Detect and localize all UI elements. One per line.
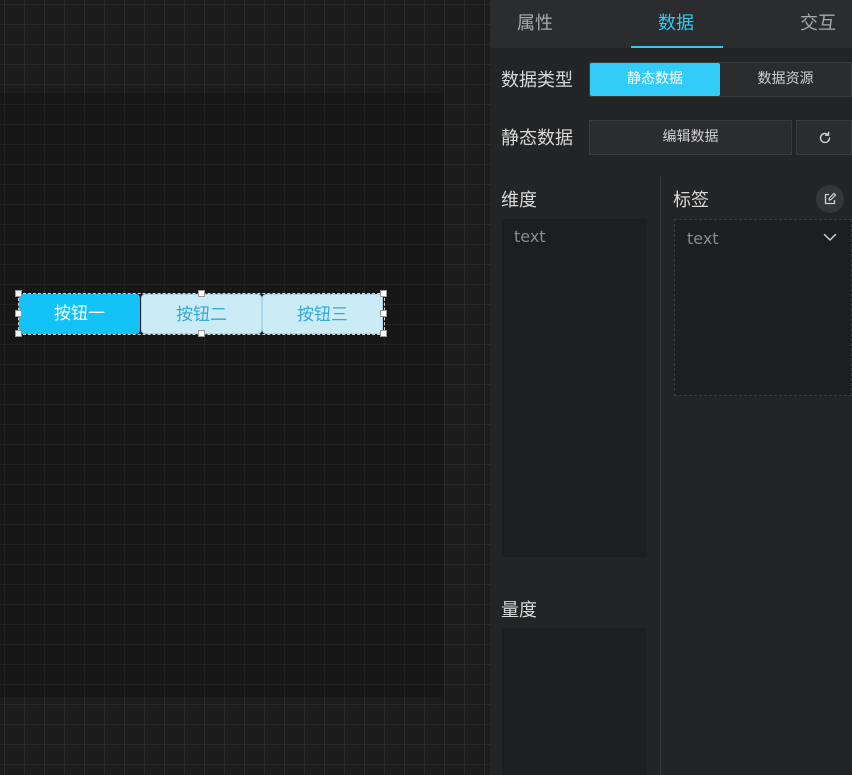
resize-handle-top[interactable] (198, 290, 205, 297)
config-panel: 属性 数据 交互 数据类型 静态数据 数据资源 静态数据 编辑数据 维度 tex… (490, 0, 852, 775)
artboard[interactable] (0, 93, 444, 697)
static-data-label: 静态数据 (501, 128, 573, 149)
canvas-button-3[interactable]: 按钮三 (262, 294, 383, 334)
tag-select[interactable]: text (674, 219, 852, 396)
resize-handle-left[interactable] (15, 310, 22, 317)
measure-label: 量度 (501, 600, 537, 621)
tag-edit-button[interactable] (816, 185, 844, 213)
data-type-label: 数据类型 (501, 70, 573, 91)
dimension-drop-zone[interactable]: text (502, 219, 647, 557)
data-type-resource-option[interactable]: 数据资源 (720, 63, 851, 96)
dimension-label: 维度 (501, 190, 537, 211)
canvas-button-1[interactable]: 按钮一 (19, 294, 140, 334)
panel-tabs: 属性 数据 交互 (490, 0, 852, 48)
refresh-button[interactable] (796, 120, 852, 155)
refresh-icon (819, 131, 831, 144)
dimension-item[interactable]: text (514, 227, 546, 246)
resize-handle-top-right[interactable] (380, 290, 387, 297)
tab-properties[interactable]: 属性 (517, 0, 553, 48)
button-group-component[interactable]: 按钮一 按钮二 按钮三 (15, 290, 387, 337)
edit-icon (824, 192, 837, 205)
tag-select-value: text (687, 229, 719, 248)
edit-data-button[interactable]: 编辑数据 (589, 120, 792, 155)
canvas-button-2[interactable]: 按钮二 (141, 294, 262, 334)
tab-interaction[interactable]: 交互 (800, 0, 836, 48)
data-type-static-option[interactable]: 静态数据 (590, 63, 720, 96)
data-type-switch: 静态数据 数据资源 (589, 62, 852, 97)
resize-handle-top-left[interactable] (15, 290, 22, 297)
design-canvas[interactable]: 按钮一 按钮二 按钮三 (0, 0, 490, 775)
resize-handle-bottom-right[interactable] (380, 330, 387, 337)
active-tab-indicator (631, 46, 723, 48)
resize-handle-right[interactable] (380, 310, 387, 317)
chevron-down-icon (823, 233, 837, 241)
tab-data[interactable]: 数据 (658, 0, 694, 48)
column-divider (660, 175, 661, 775)
tag-label: 标签 (673, 190, 709, 211)
resize-handle-bottom[interactable] (198, 330, 205, 337)
measure-drop-zone[interactable] (502, 628, 647, 775)
resize-handle-bottom-left[interactable] (15, 330, 22, 337)
